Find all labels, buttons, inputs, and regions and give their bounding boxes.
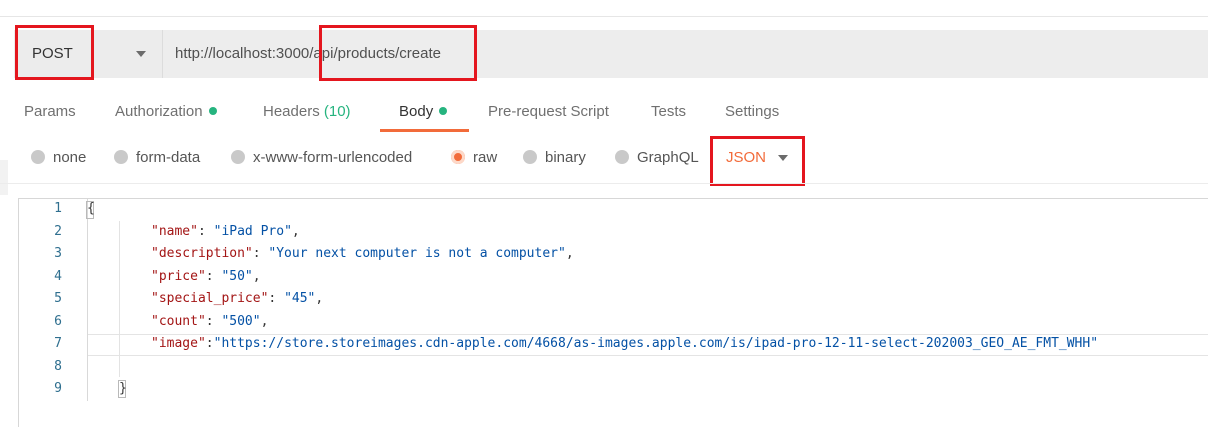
body-type-none-label: none (53, 149, 87, 166)
line-number: 9 (54, 381, 62, 396)
code-line: "count": "500", (151, 314, 268, 329)
json-value: "Your next computer is not a computer" (268, 246, 566, 261)
divider (0, 183, 1208, 184)
json-comma: , (565, 246, 574, 261)
line-number: 6 (54, 314, 62, 329)
json-value: "iPad Pro" (213, 224, 292, 239)
request-bar: POST http://localhost:3000/api/products/… (14, 30, 1208, 78)
radio-raw[interactable] (451, 150, 465, 164)
method-highlight (15, 25, 94, 80)
body-type-binary-label: binary (545, 149, 586, 166)
json-comma: , (291, 224, 300, 239)
json-comma: , (252, 269, 261, 284)
tab-pre-request-script[interactable]: Pre-request Script (488, 103, 609, 120)
tab-body-label: Body (399, 103, 434, 120)
json-sep: : (252, 246, 269, 261)
code-line: "name": "iPad Pro", (151, 224, 300, 239)
body-type-raw-label: raw (473, 149, 498, 166)
tab-params[interactable]: Params (24, 103, 76, 120)
radio-form-data[interactable] (114, 150, 128, 164)
chevron-down-icon[interactable] (778, 155, 788, 161)
json-sep: : (205, 336, 214, 351)
line-number: 4 (54, 269, 62, 284)
json-comma: , (315, 291, 324, 306)
json-value: "45" (284, 291, 316, 306)
tab-settings[interactable]: Settings (725, 103, 779, 120)
line-number: 8 (54, 359, 62, 374)
code-line: "price": "50", (151, 269, 261, 284)
json-value: "https://store.storeimages.cdn-apple.com… (213, 336, 1099, 351)
json-sep: : (197, 224, 214, 239)
json-value: "500" (221, 314, 261, 329)
status-dot-icon (208, 107, 217, 115)
url-path-highlight (319, 25, 477, 81)
json-key: "price" (151, 269, 206, 284)
headers-count: (10) (323, 103, 351, 120)
open-brace: { (87, 201, 95, 216)
gutter-divider (87, 199, 88, 401)
radio-urlencoded[interactable] (231, 150, 245, 164)
json-key: "description" (151, 246, 253, 261)
json-value: "50" (221, 269, 253, 284)
tab-authorization-label: Authorization (115, 103, 203, 120)
json-key: "image" (151, 336, 206, 351)
json-sep: : (268, 291, 285, 306)
code-line: "special_price": "45", (151, 291, 323, 306)
tab-authorization[interactable]: Authorization (115, 103, 217, 120)
line-number: 2 (54, 224, 62, 239)
indent-guide (119, 221, 120, 377)
json-sep: : (205, 314, 222, 329)
line-number: 5 (54, 291, 62, 306)
json-sep: : (205, 269, 222, 284)
side-gap (0, 17, 10, 426)
json-key: "special_price" (151, 291, 269, 306)
tab-body[interactable]: Body (399, 103, 448, 120)
line-number: 1 (54, 201, 62, 216)
radio-graphql[interactable] (615, 150, 629, 164)
active-tab-underline (380, 129, 469, 132)
status-dot-icon (439, 107, 448, 115)
body-type-graphql-label: GraphQL (637, 149, 699, 166)
code-line: "description": "Your next computer is no… (151, 246, 574, 261)
chevron-down-icon (136, 51, 146, 57)
radio-binary[interactable] (523, 150, 537, 164)
body-type-urlencoded-label: x-www-form-urlencoded (253, 149, 413, 166)
json-comma: , (260, 314, 269, 329)
code-line: "image":"https://store.storeimages.cdn-a… (151, 336, 1098, 351)
radio-none[interactable] (31, 150, 45, 164)
json-key: "count" (151, 314, 206, 329)
line-number: 7 (54, 336, 62, 351)
tab-headers[interactable]: Headers (10) (263, 103, 351, 120)
tab-tests[interactable]: Tests (651, 103, 686, 120)
format-select[interactable]: JSON (726, 149, 766, 166)
tab-headers-label: Headers (263, 103, 320, 120)
top-strip (0, 0, 1208, 17)
line-number: 3 (54, 246, 62, 261)
json-key: "name" (151, 224, 198, 239)
body-type-form-data-label: form-data (136, 149, 201, 166)
side-marker (0, 160, 8, 195)
close-brace: } (119, 381, 127, 396)
